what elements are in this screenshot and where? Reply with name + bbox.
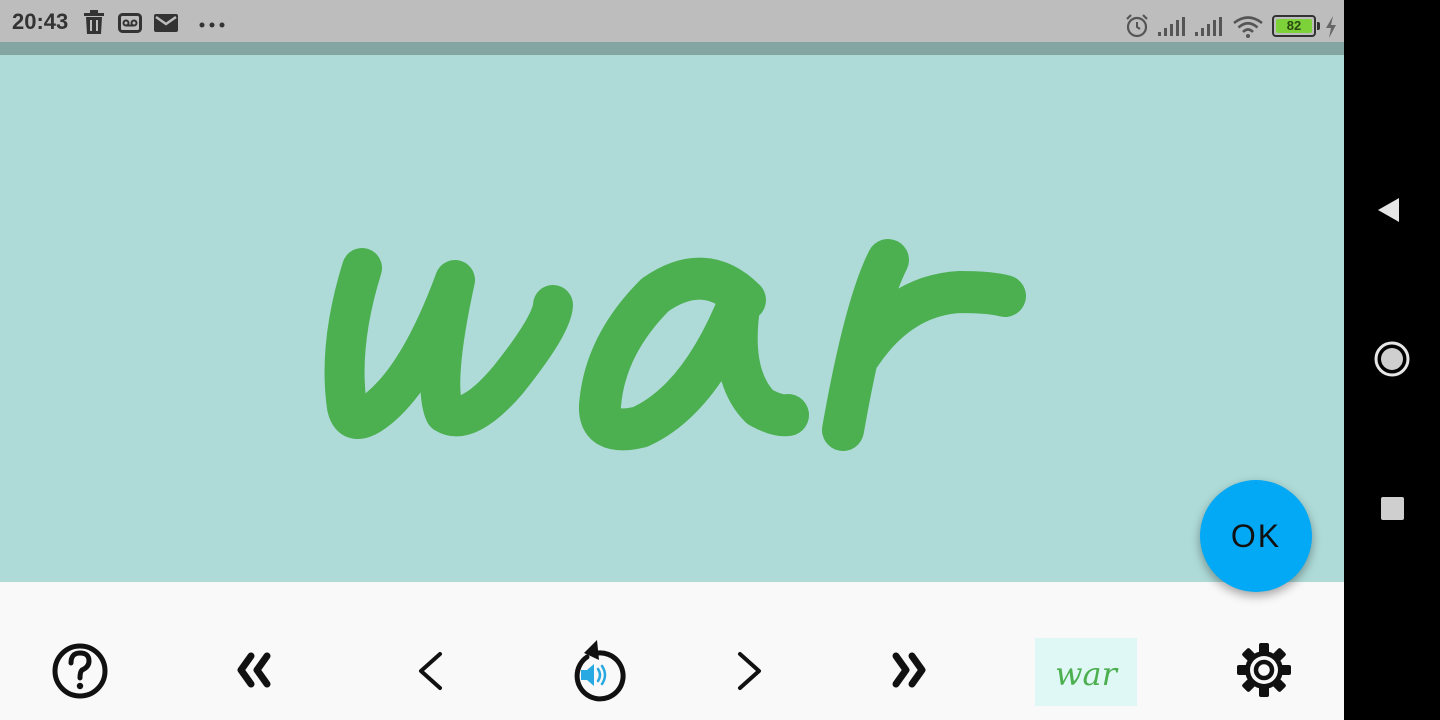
chevron-left-icon [419,652,442,690]
battery-icon: 82 [1272,15,1320,37]
signal-icon [1158,17,1185,36]
previous-word-button[interactable] [380,618,480,718]
wifi-icon [1233,16,1263,38]
alarm-icon [1126,14,1148,38]
replay-audio-icon [574,640,626,702]
bottom-toolbar: war [0,582,1344,720]
word-display: war [324,239,1026,451]
help-icon [52,643,108,699]
more-dots-icon [199,22,225,28]
nav-back-button[interactable] [1364,182,1420,238]
nav-recents-button[interactable] [1364,480,1420,536]
charging-icon [1326,16,1336,38]
letter-w [324,248,573,439]
gear-icon [1237,643,1291,697]
letter-a [578,257,809,451]
app-bar-strip [0,42,1344,55]
letter-r [822,239,1026,451]
battery-level: 82 [1286,18,1302,33]
double-chevron-right-icon [892,652,926,688]
chevron-right-icon [738,652,761,690]
trash-icon [84,10,104,34]
back-triangle-icon [1378,198,1399,222]
signal-icon [1195,17,1222,36]
voicemail-icon [118,13,142,33]
recents-square-icon [1381,497,1404,520]
last-word-button[interactable] [858,618,958,718]
replay-audio-button[interactable] [545,618,645,718]
word-display-area: war [0,55,1344,582]
battery-tip [1317,22,1320,30]
word-thumbnail[interactable]: war [1035,638,1137,706]
ok-button[interactable]: OK [1200,480,1312,592]
first-word-button[interactable] [205,618,305,718]
home-circle-icon [1374,341,1410,377]
nav-home-button[interactable] [1364,331,1420,387]
next-word-button[interactable] [700,618,800,718]
system-nav-bar [1344,0,1440,720]
help-button[interactable] [30,618,130,718]
mail-icon [154,14,178,32]
double-chevron-left-icon [237,652,271,688]
status-bar: 20:43 82 [0,0,1344,42]
status-time: 20:43 [12,9,69,34]
settings-button[interactable] [1214,618,1314,718]
